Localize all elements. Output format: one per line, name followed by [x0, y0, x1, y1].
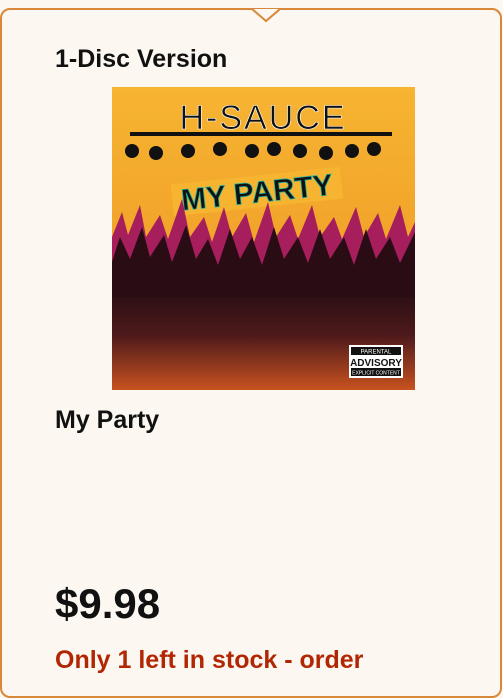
svg-text:PARENTAL: PARENTAL	[361, 350, 392, 356]
svg-text:EXPLICIT CONTENT: EXPLICIT CONTENT	[352, 371, 400, 377]
parental-advisory-label: PARENTAL ADVISORY EXPLICIT CONTENT	[349, 345, 403, 378]
price-label: $9.98	[55, 580, 161, 627]
svg-text:ADVISORY: ADVISORY	[350, 358, 402, 369]
album-cover-image[interactable]: H-SAUCE MY PARTY PARENTAL ADVISORY EXPLI…	[112, 87, 415, 390]
product-title[interactable]: My Party	[55, 406, 159, 435]
format-title: 1-Disc Version	[55, 45, 228, 73]
album-artist-text: H-SAUCE	[179, 99, 346, 137]
stock-status-message: Only 1 left in stock - order	[55, 646, 364, 674]
selected-notch-indicator	[252, 9, 280, 23]
